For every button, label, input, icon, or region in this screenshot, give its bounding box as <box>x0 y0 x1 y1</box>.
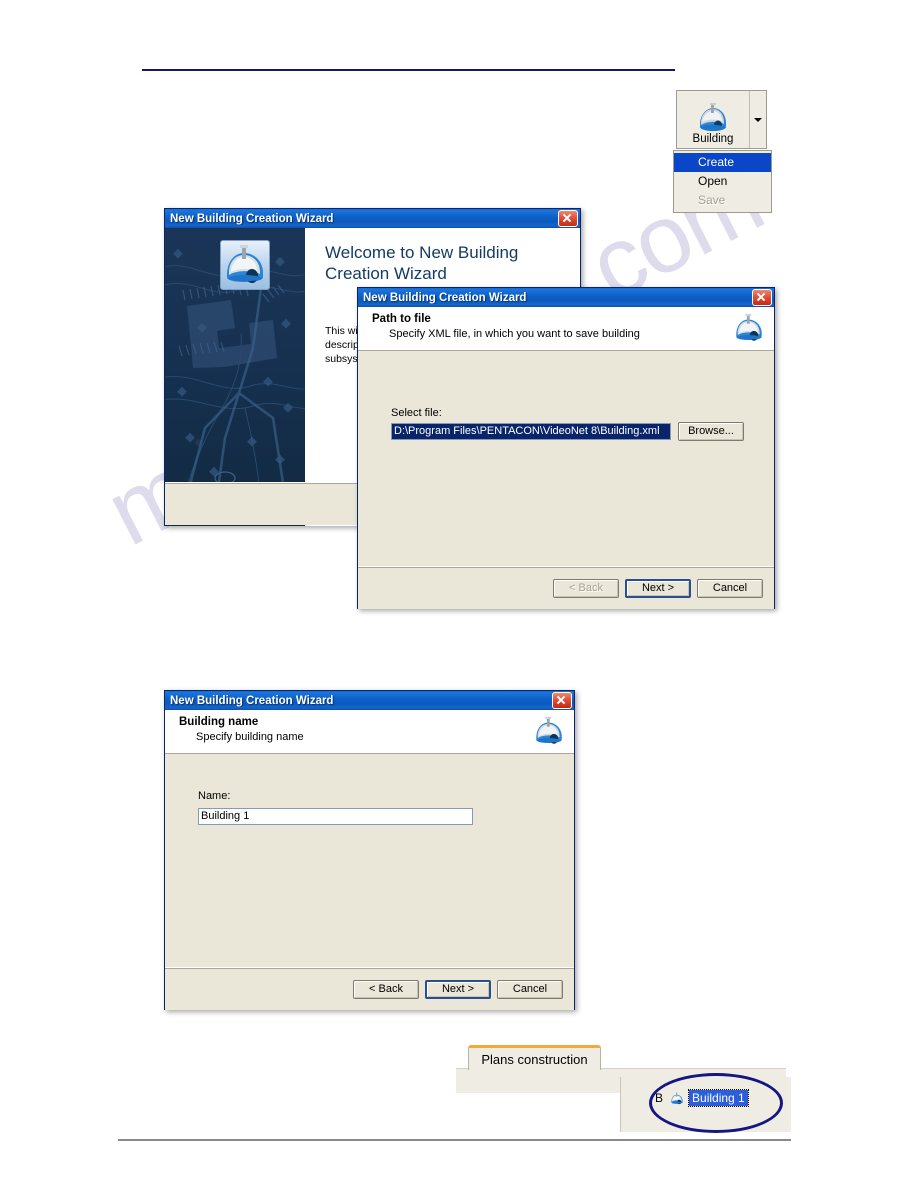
titlebar: New Building Creation Wizard <box>165 209 580 228</box>
building-button-main[interactable]: Building <box>677 91 749 148</box>
titlebar: New Building Creation Wizard <box>165 691 574 710</box>
header-subtitle: Specify XML file, in which you want to s… <box>389 328 640 340</box>
tree-node-label: Building 1 <box>688 1089 749 1107</box>
titlebar: New Building Creation Wizard <box>358 288 774 307</box>
tab-label: Plans construction <box>481 1051 588 1067</box>
next-button[interactable]: Next > <box>625 578 691 598</box>
page-header-rule <box>142 69 675 71</box>
dialog-title: New Building Creation Wizard <box>170 694 334 707</box>
wizard-header: Path to file Specify XML file, in which … <box>358 307 774 351</box>
building-house-icon <box>671 1092 683 1104</box>
welcome-heading: Welcome to New Building Creation Wizard <box>325 243 519 283</box>
dialog-body: Select file: D:\Program Files\PENTACON\V… <box>358 351 774 566</box>
building-toolbar-button[interactable]: Building <box>676 90 767 149</box>
dialog-title: New Building Creation Wizard <box>170 212 334 225</box>
name-label: Name: <box>198 790 231 802</box>
building-house-icon <box>700 103 726 131</box>
page-footer-rule <box>118 1139 791 1141</box>
menu-item-save: Save <box>698 193 726 207</box>
back-button: < Back <box>553 578 619 598</box>
building-name-input[interactable]: Building 1 <box>198 808 473 825</box>
header-subtitle: Specify building name <box>196 731 304 743</box>
building-house-icon <box>736 313 762 341</box>
menu-item-create[interactable]: Create <box>674 153 771 172</box>
new-building-wizard-name-dialog[interactable]: New Building Creation Wizard Building na… <box>164 690 575 1010</box>
new-building-wizard-path-dialog[interactable]: New Building Creation Wizard Path to fil… <box>357 287 775 609</box>
dialog-title: New Building Creation Wizard <box>363 291 527 304</box>
wizard-header: Building name Specify building name <box>165 710 574 754</box>
tree-node-building-1[interactable]: B Building 1 <box>655 1089 749 1107</box>
close-icon[interactable] <box>558 210 578 227</box>
wizard-badge <box>220 240 270 290</box>
back-button[interactable]: < Back <box>353 979 419 999</box>
tab-plans-construction[interactable]: Plans construction <box>468 1045 601 1070</box>
header-title: Building name <box>179 716 259 728</box>
file-path-input[interactable]: D:\Program Files\PENTACON\VideoNet 8\Bui… <box>391 423 671 440</box>
building-dropdown-arrow[interactable] <box>749 91 766 148</box>
building-house-icon <box>536 716 562 744</box>
chevron-down-icon <box>754 117 762 122</box>
dialog-body: Name: Building 1 <box>165 754 574 967</box>
building-dropdown-menu[interactable]: Create Open Save <box>673 150 772 213</box>
header-title: Path to file <box>372 313 431 325</box>
cancel-button[interactable]: Cancel <box>497 979 563 999</box>
browse-button[interactable]: Browse... <box>678 422 744 441</box>
select-file-label: Select file: <box>391 407 442 419</box>
dialog-footer: < Back Next > Cancel <box>165 967 574 1010</box>
close-icon[interactable] <box>552 692 572 709</box>
dialog-footer: < Back Next > Cancel <box>358 566 774 609</box>
building-house-icon <box>227 245 263 283</box>
tree-node-prefix: B <box>655 1091 664 1105</box>
menu-item-open[interactable]: Open <box>674 172 771 191</box>
close-icon[interactable] <box>752 289 772 306</box>
building-button-label: Building <box>692 133 734 145</box>
cancel-button[interactable]: Cancel <box>697 578 763 598</box>
next-button[interactable]: Next > <box>425 979 491 999</box>
